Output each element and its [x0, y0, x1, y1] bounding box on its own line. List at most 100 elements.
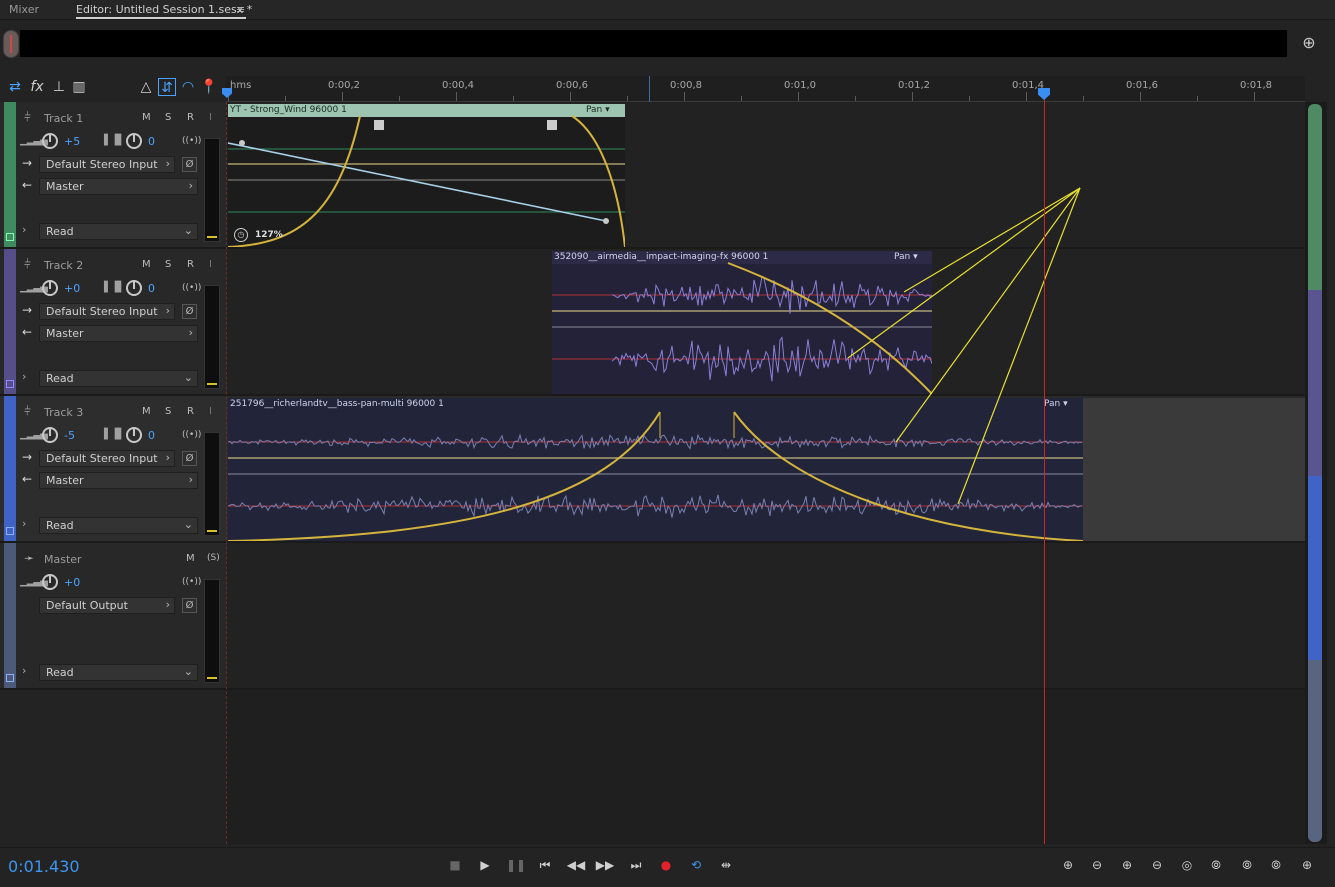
record-arm-button[interactable]: R	[187, 406, 194, 417]
solo-button[interactable]: S	[165, 112, 171, 123]
zoom-out-time-icon[interactable]: ⊖	[1147, 856, 1167, 874]
phase-invert-icon[interactable]: Ø	[182, 157, 197, 172]
output-select[interactable]: Master ›	[39, 178, 198, 195]
sends-toggle-icon[interactable]: ⊥	[50, 78, 68, 96]
output-select[interactable]: Master ›	[39, 325, 198, 342]
zoom-in-amplitude-icon[interactable]: ⊕	[1058, 856, 1078, 874]
zoom-out-full-icon[interactable]: ◎	[1177, 856, 1197, 874]
session-overview-bar[interactable]	[20, 30, 1287, 57]
stereo-icon[interactable]: ((•))	[182, 430, 201, 440]
vertical-scrollbar[interactable]	[1305, 102, 1327, 844]
input-select[interactable]: Default Stereo Input ›	[39, 450, 175, 467]
phase-invert-icon[interactable]: Ø	[182, 598, 197, 613]
effects-toggle-icon[interactable]: fx	[28, 78, 46, 96]
master-lane[interactable]	[226, 543, 1305, 690]
pause-icon[interactable]: ❚❚	[506, 856, 526, 874]
stop-icon[interactable]: ■	[445, 856, 465, 874]
stereo-icon[interactable]: ((•))	[182, 283, 201, 293]
pan-value[interactable]: 0	[148, 429, 155, 442]
automation-mode-select[interactable]: Read ⌄	[39, 517, 198, 534]
zoom-in-point-icon[interactable]: ⦾	[1206, 856, 1226, 874]
audio-clip-3[interactable]: 251796__richerlandtv__bass-pan-multi 960…	[228, 398, 1083, 541]
pan-knob[interactable]	[126, 133, 142, 149]
record-arm-button[interactable]: R	[187, 112, 194, 123]
zoom-navigator-icon[interactable]: ⊕	[1298, 33, 1320, 55]
phase-invert-icon[interactable]: Ø	[182, 304, 197, 319]
pan-knob[interactable]	[126, 427, 142, 443]
eq-toggle-icon[interactable]: ▥	[70, 78, 88, 96]
zoom-selection-icon[interactable]: ⦾	[1266, 856, 1286, 874]
track-header-1[interactable]: ⫩ Track 1 M S R I ▁▂▃▄ +5 ▌▐▌ 0 ((•)) → …	[0, 102, 226, 249]
scroll-segment-track-1[interactable]	[1308, 104, 1322, 290]
volume-value[interactable]: +0	[64, 282, 80, 295]
track-name[interactable]: Master	[44, 553, 82, 566]
overview-zoom-handle[interactable]	[3, 30, 19, 58]
volume-knob[interactable]	[42, 133, 58, 149]
expand-icon[interactable]: ›	[22, 370, 26, 383]
volume-value[interactable]: +0	[64, 576, 80, 589]
volume-knob[interactable]	[42, 574, 58, 590]
rewind-icon[interactable]: ◀◀	[566, 856, 586, 874]
expand-icon[interactable]: ›	[22, 664, 26, 677]
skip-to-end-icon[interactable]: ⏭	[626, 856, 646, 874]
mute-button[interactable]: M	[142, 112, 151, 123]
track-color-strip[interactable]	[4, 249, 16, 394]
track-select-box[interactable]	[6, 674, 14, 682]
automation-mode-select[interactable]: Read ⌄	[39, 370, 198, 387]
mute-button[interactable]: M	[186, 553, 195, 564]
timeline-area[interactable]: YT - Strong_Wind 96000 1 Pan ▾ ◷ 127% 35…	[226, 102, 1305, 844]
io-toggle-icon[interactable]: ⇄	[6, 78, 24, 96]
input-monitor-button[interactable]: I	[209, 112, 212, 123]
mute-button[interactable]: M	[142, 259, 151, 270]
solo-button[interactable]: S	[165, 259, 171, 270]
skip-to-start-icon[interactable]: ⏮	[535, 856, 555, 874]
input-monitor-button[interactable]: I	[209, 406, 212, 417]
skip-selection-icon[interactable]: ⇹	[716, 856, 736, 874]
scroll-segment-track-3[interactable]	[1308, 476, 1322, 660]
zoom-out-point-icon[interactable]: ⦾	[1237, 856, 1257, 874]
track-name[interactable]: Track 3	[44, 406, 83, 419]
mute-button[interactable]: M	[142, 406, 151, 417]
track-color-strip[interactable]	[4, 543, 16, 688]
pan-knob[interactable]	[126, 280, 142, 296]
headphones-icon[interactable]: ◠	[179, 78, 197, 96]
zoom-in-time-icon[interactable]: ⊕	[1117, 856, 1137, 874]
play-icon[interactable]: ▶	[475, 856, 495, 874]
track-color-strip[interactable]	[4, 396, 16, 541]
output-select[interactable]: Master ›	[39, 472, 198, 489]
track-header-2[interactable]: ⫩ Track 2 M S R I ▁▂▃▄ +0 ▌▐▌ 0 ((•)) → …	[0, 249, 226, 396]
track-color-strip[interactable]	[4, 102, 16, 247]
stereo-icon[interactable]: ((•))	[182, 577, 201, 587]
tab-mixer[interactable]: Mixer	[9, 3, 39, 16]
tab-editor[interactable]: Editor: Untitled Session 1.sesx *	[76, 3, 252, 16]
automation-mode-select[interactable]: Read ⌄	[39, 223, 198, 240]
input-select[interactable]: Default Stereo Input ›	[39, 303, 175, 320]
track-name[interactable]: Track 1	[44, 112, 83, 125]
tab-menu-icon[interactable]: ≡	[236, 3, 245, 16]
stereo-icon[interactable]: ((•))	[182, 136, 201, 146]
master-track-header[interactable]: ➛ Master M (S) ▁▂▃▄ +0 ((•)) Default Out…	[0, 543, 226, 690]
snap-icon[interactable]: ⇵	[158, 78, 176, 96]
audio-clip-1[interactable]: YT - Strong_Wind 96000 1 Pan ▾ ◷ 127%	[228, 104, 625, 247]
metronome-icon[interactable]: △	[137, 78, 155, 96]
playhead-line[interactable]	[1044, 88, 1045, 844]
loop-playback-icon[interactable]: ⟲	[686, 856, 706, 874]
scroll-segment-master[interactable]	[1308, 660, 1322, 842]
automation-mode-select[interactable]: Read ⌄	[39, 664, 198, 681]
track-select-box[interactable]	[6, 233, 14, 241]
time-ruler[interactable]: hms 0:00,2 0:00,4 0:00,6 0:00,8 0:01,0 0…	[226, 76, 1305, 102]
track-name[interactable]: Track 2	[44, 259, 83, 272]
scroll-segment-track-2[interactable]	[1308, 290, 1322, 476]
volume-knob[interactable]	[42, 427, 58, 443]
track-header-3[interactable]: ⫩ Track 3 M S R I ▁▂▃▄ -5 ▌▐▌ 0 ((•)) → …	[0, 396, 226, 543]
fast-forward-icon[interactable]: ▶▶	[595, 856, 615, 874]
zoom-tracks-icon[interactable]: ⊕	[1297, 856, 1317, 874]
pan-value[interactable]: 0	[148, 135, 155, 148]
expand-icon[interactable]: ›	[22, 517, 26, 530]
current-time-display[interactable]: 0:01.430	[8, 857, 80, 876]
output-select[interactable]: Default Output ›	[39, 597, 175, 614]
track-select-box[interactable]	[6, 380, 14, 388]
track-select-box[interactable]	[6, 527, 14, 535]
expand-icon[interactable]: ›	[22, 223, 26, 236]
input-monitor-button[interactable]: I	[209, 259, 212, 270]
